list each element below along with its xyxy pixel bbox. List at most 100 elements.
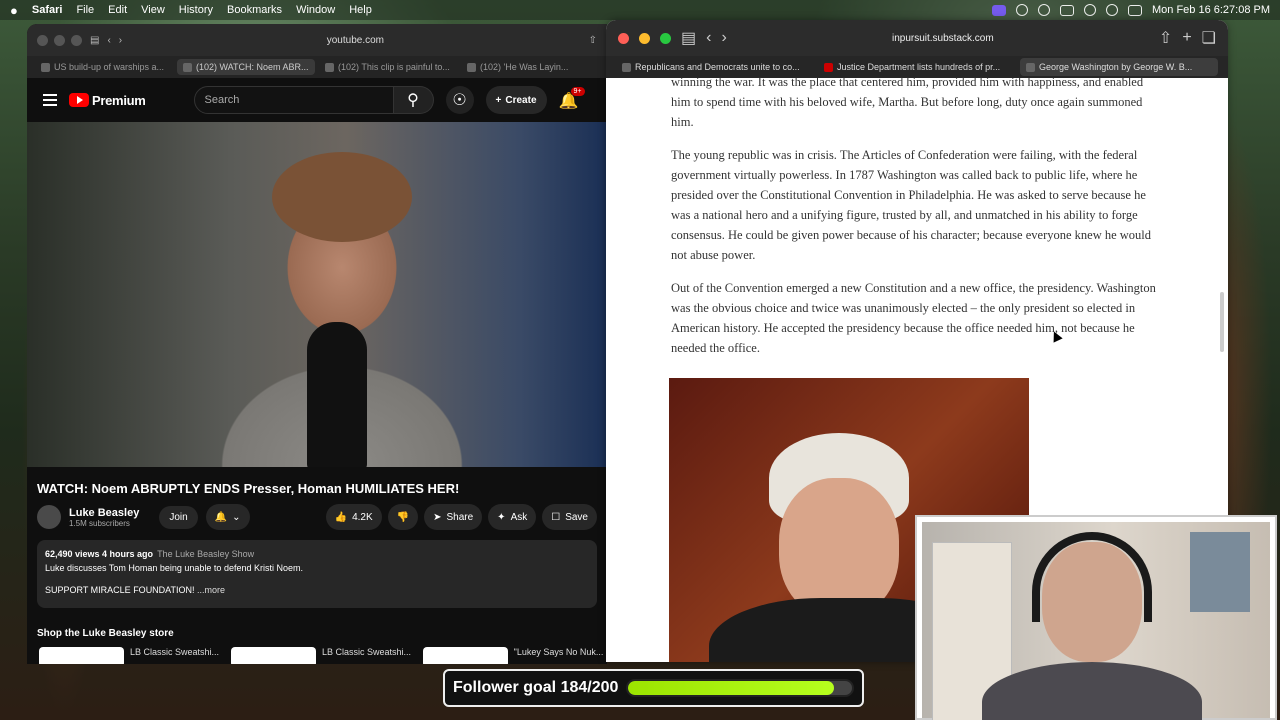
- menu-bookmarks[interactable]: Bookmarks: [227, 4, 282, 16]
- tab-overview-icon[interactable]: ❏: [1202, 28, 1216, 48]
- tab[interactable]: US build-up of warships a...: [35, 59, 173, 75]
- tab-label: George Washington by George W. B...: [1039, 62, 1193, 72]
- tab-label: (102) WATCH: Noem ABR...: [196, 62, 309, 72]
- tab[interactable]: (102) 'He Was Layin...: [461, 59, 599, 75]
- sidebar-icon[interactable]: ▤: [90, 35, 99, 46]
- menu-window[interactable]: Window: [296, 4, 335, 16]
- voice-search-icon[interactable]: ☉: [445, 86, 474, 114]
- more-link[interactable]: ...more: [197, 585, 225, 595]
- bell-icon: 🔔: [214, 511, 228, 523]
- share-icon[interactable]: ⇧: [1159, 28, 1172, 48]
- control-center-icon[interactable]: [1127, 4, 1142, 16]
- product-name: LB Classic Sweatshi...: [129, 647, 219, 657]
- menu-help[interactable]: Help: [349, 4, 372, 16]
- scrollbar[interactable]: [1220, 292, 1224, 352]
- close-button[interactable]: [37, 34, 48, 46]
- window-controls: [37, 34, 82, 46]
- wifi-icon[interactable]: [1083, 4, 1096, 16]
- dislike-button[interactable]: 👎: [387, 504, 419, 530]
- headset-icon: [1032, 532, 1152, 622]
- product-row: LB Classic Sweatshi... LB Classic Sweats…: [27, 647, 607, 664]
- sync-icon[interactable]: [1037, 4, 1050, 16]
- favicon-icon: [622, 62, 631, 72]
- menu-safari[interactable]: Safari: [32, 4, 63, 16]
- notifications-bell-icon[interactable]: 🔔 9+: [559, 87, 585, 110]
- product-name: "Lukey Says No Nuk...: [513, 647, 603, 657]
- back-icon[interactable]: ‹: [107, 35, 110, 46]
- description-line: Luke discusses Tom Homan being unable to…: [45, 562, 303, 573]
- article-body: winning the war. It was the place that c…: [606, 72, 1228, 358]
- forward-icon[interactable]: ›: [119, 35, 122, 46]
- notification-bell-button[interactable]: 🔔 ⌄: [205, 504, 250, 530]
- channel-name[interactable]: Luke Beasley: [69, 507, 139, 519]
- favicon-icon: [183, 62, 192, 72]
- join-button[interactable]: Join: [159, 505, 198, 529]
- search-icon: ⚲: [407, 92, 419, 109]
- share-button[interactable]: ➤ Share: [424, 504, 483, 530]
- back-icon[interactable]: ‹: [706, 29, 711, 47]
- description-box[interactable]: 62,490 views 4 hours ago The Luke Beasley…: [37, 540, 597, 608]
- chevron-down-icon: ⌄: [232, 511, 241, 523]
- screen-record-icon[interactable]: [991, 4, 1006, 16]
- safari-window-youtube: ▤ ‹ › youtube.com ⇧ US build-up of warsh…: [27, 24, 607, 664]
- address-bar[interactable]: youtube.com: [130, 35, 580, 46]
- channel-info: Luke Beasley 1.5M subscribers: [69, 507, 139, 528]
- save-button[interactable]: ☐ Save: [542, 504, 597, 530]
- notification-badge: 9+: [570, 87, 585, 96]
- battery-icon[interactable]: [1059, 4, 1074, 16]
- minimize-button[interactable]: [639, 32, 650, 44]
- channel-row: Luke Beasley 1.5M subscribers Join 🔔 ⌄ 👍 4…: [27, 504, 607, 530]
- address-bar[interactable]: inpursuit.substack.com: [737, 33, 1149, 44]
- search-button[interactable]: ⚲: [393, 86, 434, 114]
- thumbs-up-icon: 👍: [334, 511, 348, 523]
- macos-menu-bar: ● Safari File Edit View History Bookmark…: [0, 0, 1280, 20]
- apple-menu-icon[interactable]: ●: [10, 3, 18, 18]
- webcam-background-shelf: [1190, 532, 1250, 612]
- menu-history[interactable]: History: [179, 4, 213, 16]
- forward-icon[interactable]: ›: [721, 29, 726, 47]
- tab[interactable]: (102) This clip is painful to...: [319, 59, 457, 75]
- youtube-logo[interactable]: Premium: [69, 93, 146, 108]
- create-button[interactable]: + Create: [485, 86, 547, 114]
- article-paragraph: The young republic was in crisis. The Ar…: [671, 148, 1152, 262]
- close-button[interactable]: [618, 32, 629, 44]
- product-card[interactable]: LB Classic Sweatshi...: [39, 647, 219, 664]
- product-card[interactable]: LB Classic Sweatshi...: [231, 647, 411, 664]
- status-icon[interactable]: [1015, 4, 1028, 16]
- search-icon[interactable]: [1105, 4, 1118, 16]
- minimize-button[interactable]: [54, 34, 65, 46]
- menu-edit[interactable]: Edit: [108, 4, 127, 16]
- video-player[interactable]: [27, 122, 607, 467]
- product-card[interactable]: "Lukey Says No Nuk...: [423, 647, 603, 664]
- like-button[interactable]: 👍 4.2K: [325, 504, 382, 530]
- product-name: LB Classic Sweatshi...: [321, 647, 411, 657]
- channel-link[interactable]: The Luke Beasley Show: [157, 549, 254, 559]
- new-tab-icon[interactable]: +: [1182, 29, 1191, 47]
- product-image: [39, 647, 124, 664]
- menu-icon[interactable]: [43, 94, 57, 106]
- follower-goal-track: [626, 679, 854, 697]
- description-meta: 62,490 views 4 hours ago The Luke Beasley…: [45, 548, 589, 562]
- bookmark-icon: ☐: [551, 511, 561, 523]
- menu-view[interactable]: View: [141, 4, 165, 16]
- zoom-button[interactable]: [71, 34, 82, 46]
- ask-button[interactable]: ✦ Ask: [488, 504, 537, 530]
- tab-label: (102) This clip is painful to...: [338, 62, 450, 72]
- youtube-play-icon: [69, 93, 89, 107]
- menu-clock[interactable]: Mon Feb 16 6:27:08 PM: [1152, 4, 1270, 16]
- share-icon[interactable]: ⇧: [589, 35, 597, 46]
- toolbar: ▤ ‹ › youtube.com ⇧: [27, 24, 607, 56]
- webcam-feed: [922, 522, 1270, 720]
- channel-avatar[interactable]: [37, 505, 61, 529]
- favicon-icon: [824, 62, 833, 72]
- video-frame-hair: [272, 152, 412, 242]
- search-group: Search ⚲: [158, 86, 434, 114]
- product-image: [423, 647, 508, 664]
- zoom-button[interactable]: [660, 32, 671, 44]
- favicon-icon: [1026, 62, 1035, 72]
- sidebar-icon[interactable]: ▤: [681, 28, 696, 48]
- search-input[interactable]: Search: [193, 86, 394, 114]
- webcam-overlay: [915, 515, 1277, 720]
- tab-active[interactable]: (102) WATCH: Noem ABR...: [177, 59, 315, 75]
- menu-file[interactable]: File: [76, 4, 94, 16]
